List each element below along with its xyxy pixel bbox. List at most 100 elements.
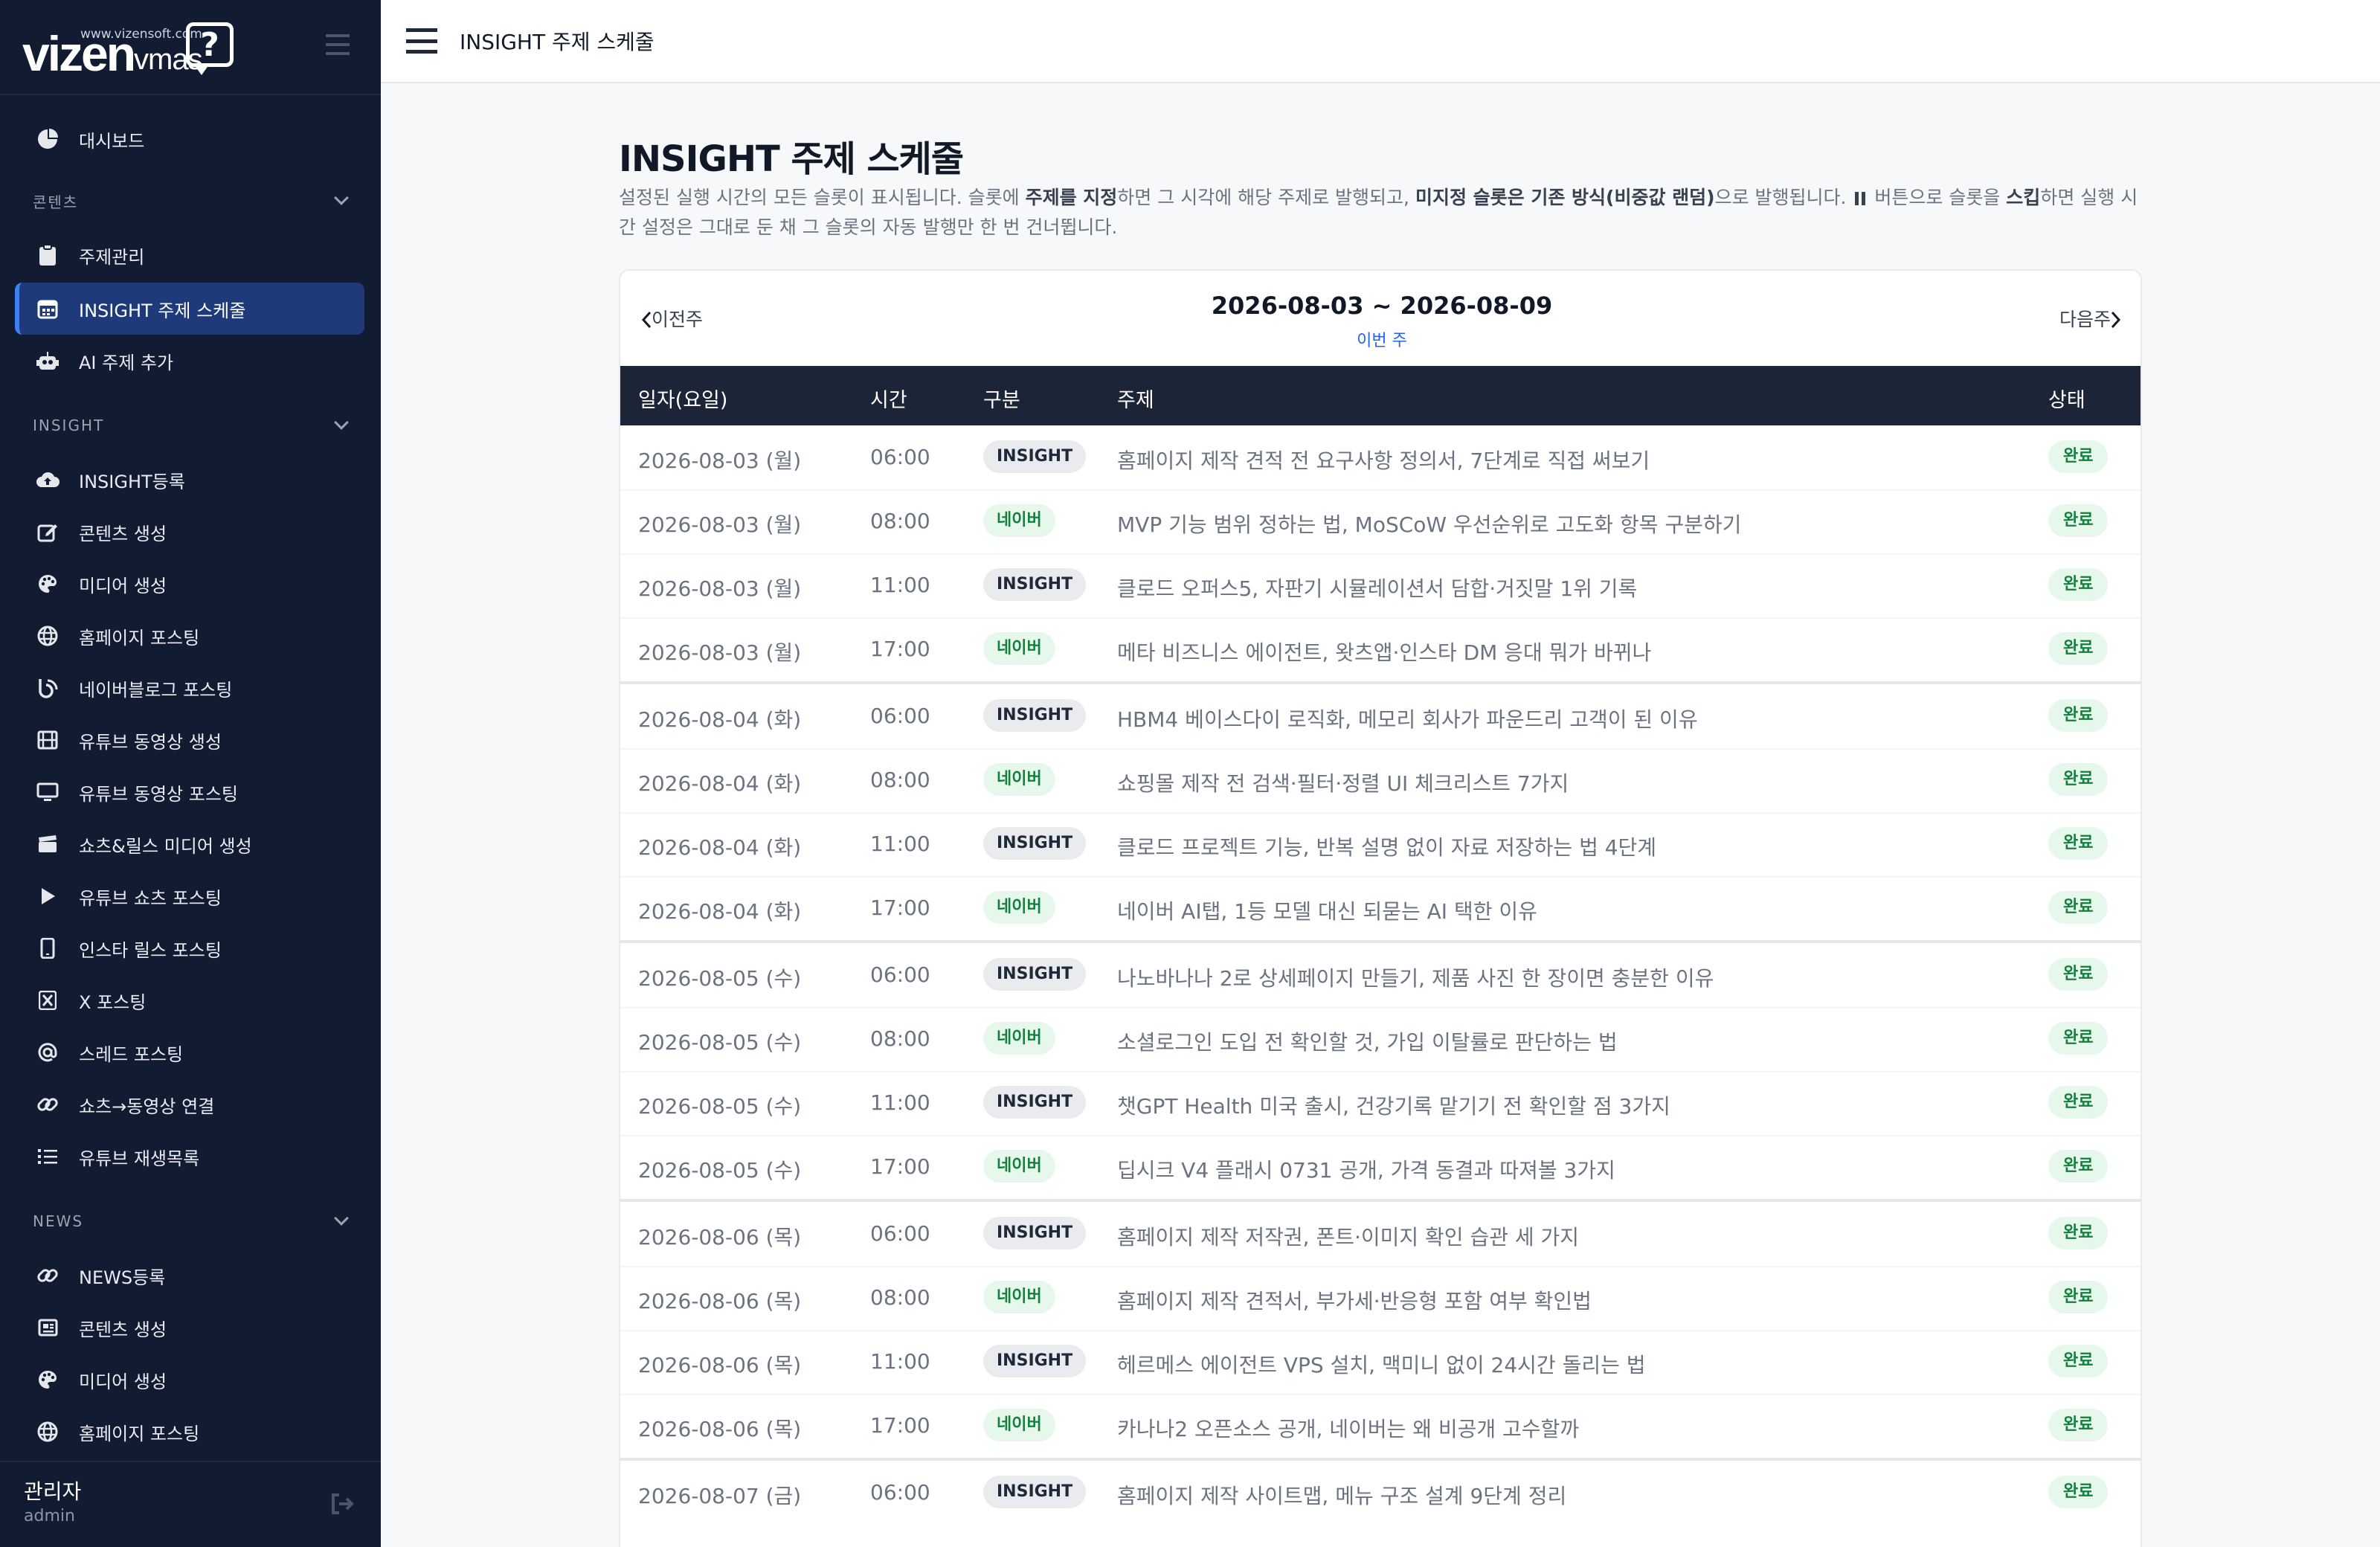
sidebar-item-news-register[interactable]: NEWS등록 xyxy=(15,1250,364,1302)
sidebar-item-insta-reels-post[interactable]: 인스타 릴스 포스팅 xyxy=(15,922,364,974)
table-row[interactable]: 2026-08-05 (수) 11:00 INSIGHT 챗GPT Health 미국… xyxy=(620,1071,2141,1135)
sidebar-item-naver-blog-post[interactable]: 네이버블로그 포스팅 xyxy=(15,662,364,714)
cell-type: 네이버 xyxy=(983,1281,1055,1313)
cell-topic[interactable]: 클로드 프로젝트 기능, 반복 설명 없이 자료 저장하는 법 4단계 xyxy=(1117,832,1656,861)
section-content[interactable]: 콘텐츠 xyxy=(33,186,353,216)
sidebar-item-homepage-post[interactable]: 홈페이지 포스팅 xyxy=(15,610,364,662)
sidebar-item-topic-manage[interactable]: 주제관리 xyxy=(15,229,364,281)
sidebar-item-label: 미디어 생성 xyxy=(79,575,167,596)
cell-topic[interactable]: 홈페이지 제작 저작권, 폰트·이미지 확인 습관 세 가지 xyxy=(1117,1221,1579,1251)
sidebar-item-insight-schedule[interactable]: INSIGHT 주제 스케줄 xyxy=(15,283,364,335)
section-insight[interactable]: INSIGHT xyxy=(33,411,353,440)
cell-status: 완료 xyxy=(2048,827,2109,860)
table-row[interactable]: 2026-08-06 (목) 17:00 네이버 카나나2 오픈소스 공개, 네이버는… xyxy=(620,1394,2141,1458)
sidebar-item-label: 쇼츠→동영상 연결 xyxy=(79,1096,215,1117)
cell-topic[interactable]: 쇼핑몰 제작 전 검색·필터·정렬 UI 체크리스트 7가지 xyxy=(1117,768,1569,797)
sidebar-item-ai-topic[interactable]: AI 주제 추가 xyxy=(15,335,364,387)
next-week-button[interactable]: 다음주 xyxy=(2059,305,2121,332)
status-badge: 완료 xyxy=(2048,1281,2109,1313)
cell-type: 네이버 xyxy=(983,504,1055,537)
cell-time: 06:00 xyxy=(870,1221,930,1246)
type-badge: INSIGHT xyxy=(983,1476,1087,1508)
sidebar-toggle-icon[interactable] xyxy=(326,34,350,55)
table-row[interactable]: 2026-08-07 (금) 06:00 INSIGHT 홈페이지 제작 사이트맵, … xyxy=(620,1461,2141,1525)
cell-topic[interactable]: 카나나2 오픈소스 공개, 네이버는 왜 비공개 고수할까 xyxy=(1117,1413,1579,1443)
blog-icon xyxy=(34,675,61,701)
table-row[interactable]: 2026-08-05 (수) 17:00 네이버 딥시크 V4 플래시 0731 공개… xyxy=(620,1135,2141,1199)
table-row[interactable]: 2026-08-05 (수) 06:00 INSIGHT 나노바나나 2로 상세페이지… xyxy=(620,943,2141,1007)
cell-topic[interactable]: 딥시크 V4 플래시 0731 공개, 가격 동결과 따져볼 3가지 xyxy=(1117,1154,1615,1184)
sidebar-item-label: 유튜브 동영상 생성 xyxy=(79,731,222,753)
newspaper-icon xyxy=(34,1314,61,1341)
sidebar-item-youtube-video-post[interactable]: 유튜브 동영상 포스팅 xyxy=(15,766,364,818)
cell-time: 11:00 xyxy=(870,1090,930,1115)
sidebar: www.vizensoft.com vizen vmas ? 대시보드 콘텐츠 … xyxy=(0,0,381,1547)
cell-topic[interactable]: 챗GPT Health 미국 출시, 건강기록 맡기기 전 확인할 점 3가지 xyxy=(1117,1090,1670,1120)
table-row[interactable]: 2026-08-05 (수) 08:00 네이버 소셜로그인 도입 전 확인할 것, … xyxy=(620,1007,2141,1071)
cell-topic[interactable]: 네이버 AI탭, 1등 모델 대신 되묻는 AI 택한 이유 xyxy=(1117,895,1537,925)
cell-date: 2026-08-03 (월) xyxy=(638,448,802,473)
sidebar-item-news-media-create[interactable]: 미디어 생성 xyxy=(15,1354,364,1406)
table-row[interactable]: 2026-08-06 (목) 06:00 INSIGHT 홈페이지 제작 저작권, 폰… xyxy=(620,1202,2141,1266)
cell-time: 17:00 xyxy=(870,1154,930,1179)
cell-time: 08:00 xyxy=(870,509,930,533)
sidebar-item-label: 주제관리 xyxy=(79,246,145,268)
cell-topic[interactable]: HBM4 베이스다이 로직화, 메모리 회사가 파운드리 고객이 된 이유 xyxy=(1117,704,1698,733)
sidebar-item-content-create[interactable]: 콘텐츠 생성 xyxy=(15,506,364,558)
section-news[interactable]: NEWS xyxy=(33,1206,353,1236)
table-row[interactable]: 2026-08-04 (화) 11:00 INSIGHT 클로드 프로젝트 기능, 반… xyxy=(620,812,2141,876)
logo[interactable]: vizen xyxy=(22,25,136,82)
sidebar-item-threads-post[interactable]: 스레드 포스팅 xyxy=(15,1026,364,1078)
table-row[interactable]: 2026-08-03 (월) 08:00 네이버 MVP 기능 범위 정하는 법, M… xyxy=(620,489,2141,553)
table-row[interactable]: 2026-08-06 (목) 08:00 네이버 홈페이지 제작 견적서, 부가세·반… xyxy=(620,1266,2141,1330)
topbar: INSIGHT 주제 스케줄 xyxy=(381,0,2380,83)
cell-date: 2026-08-05 (수) xyxy=(638,966,802,991)
table-row[interactable]: 2026-08-04 (화) 08:00 네이버 쇼핑몰 제작 전 검색·필터·정렬 … xyxy=(620,748,2141,812)
cell-topic[interactable]: 나노바나나 2로 상세페이지 만들기, 제품 사진 한 장이면 충분한 이유 xyxy=(1117,962,1714,992)
sidebar-item-youtube-shorts-post[interactable]: 유튜브 쇼츠 포스팅 xyxy=(15,870,364,922)
cell-topic[interactable]: MVP 기능 범위 정하는 법, MoSCoW 우선순위로 고도화 항목 구분하… xyxy=(1117,509,1741,538)
cell-topic[interactable]: 메타 비즈니스 에이전트, 왓츠앱·인스타 DM 응대 뭐가 바뀌나 xyxy=(1117,637,1651,666)
cell-topic[interactable]: 홈페이지 제작 사이트맵, 메뉴 구조 설계 9단계 정리 xyxy=(1117,1480,1566,1510)
type-badge: 네이버 xyxy=(983,1409,1055,1441)
cell-time: 06:00 xyxy=(870,445,930,469)
cell-date: 2026-08-06 (목) xyxy=(638,1417,802,1441)
desc-text: 버튼으로 슬롯을 xyxy=(1868,187,2007,208)
cell-type: 네이버 xyxy=(983,1022,1055,1055)
sidebar-item-news-homepage-post[interactable]: 홈페이지 포스팅 xyxy=(15,1406,364,1458)
sidebar-item-insight-register[interactable]: INSIGHT등록 xyxy=(15,454,364,506)
sidebar-item-shorts-media-create[interactable]: 쇼츠&릴스 미디어 생성 xyxy=(15,818,364,870)
sidebar-item-media-create[interactable]: 미디어 생성 xyxy=(15,558,364,610)
status-badge: 완료 xyxy=(2048,1409,2109,1441)
cell-type: 네이버 xyxy=(983,632,1055,665)
menu-icon[interactable] xyxy=(406,28,437,54)
sidebar-item-x-post[interactable]: X 포스팅 xyxy=(15,974,364,1026)
table-row[interactable]: 2026-08-04 (화) 17:00 네이버 네이버 AI탭, 1등 모델 대신 … xyxy=(620,876,2141,940)
logout-icon[interactable] xyxy=(329,1490,356,1517)
cell-topic[interactable]: 홈페이지 제작 견적 전 요구사항 정의서, 7단계로 직접 써보기 xyxy=(1117,445,1650,475)
sidebar-item-youtube-video-create[interactable]: 유튜브 동영상 생성 xyxy=(15,714,364,766)
cell-topic[interactable]: 클로드 오퍼스5, 자판기 시뮬레이션서 담합·거짓말 1위 기록 xyxy=(1117,573,1637,602)
table-row[interactable]: 2026-08-03 (월) 17:00 네이버 메타 비즈니스 에이전트, 왓츠앱·… xyxy=(620,617,2141,681)
cell-topic[interactable]: 헤르메스 에이전트 VPS 설치, 맥미니 없이 24시간 돌리는 법 xyxy=(1117,1349,1646,1379)
type-badge: INSIGHT xyxy=(983,1086,1087,1119)
cell-date: 2026-08-05 (수) xyxy=(638,1094,802,1119)
table-row[interactable]: 2026-08-06 (목) 11:00 INSIGHT 헤르메스 에이전트 VPS … xyxy=(620,1330,2141,1394)
sidebar-item-youtube-playlist[interactable]: 유튜브 재생목록 xyxy=(15,1130,364,1183)
cell-topic[interactable]: 소셜로그인 도입 전 확인할 것, 가입 이탈률로 판단하는 법 xyxy=(1117,1026,1618,1056)
table-row[interactable]: 2026-08-03 (월) 06:00 INSIGHT 홈페이지 제작 견적 전 요… xyxy=(620,425,2141,489)
table-row[interactable]: 2026-08-04 (화) 06:00 INSIGHT HBM4 베이스다이 로직화… xyxy=(620,684,2141,748)
page-title: INSIGHT 주제 스케줄 xyxy=(619,138,964,180)
this-week-link[interactable]: 이번 주 xyxy=(620,327,2141,351)
cell-topic[interactable]: 홈페이지 제작 견적서, 부가세·반응형 포함 여부 확인법 xyxy=(1117,1285,1592,1315)
sidebar-item-label: 유튜브 쇼츠 포스팅 xyxy=(79,887,222,909)
status-badge: 완료 xyxy=(2048,1217,2109,1250)
sidebar-item-dashboard[interactable]: 대시보드 xyxy=(15,113,364,165)
sidebar-item-news-content-create[interactable]: 콘텐츠 생성 xyxy=(15,1302,364,1354)
table-row[interactable]: 2026-08-03 (월) 11:00 INSIGHT 클로드 오퍼스5, 자판기 … xyxy=(620,553,2141,617)
cell-status: 완료 xyxy=(2048,632,2109,665)
sidebar-item-shorts-video-link[interactable]: 쇼츠→동영상 연결 xyxy=(15,1078,364,1130)
robot-icon xyxy=(34,347,61,374)
logo-question-icon: ? xyxy=(186,22,234,75)
user-name: 관리자 xyxy=(24,1479,82,1504)
